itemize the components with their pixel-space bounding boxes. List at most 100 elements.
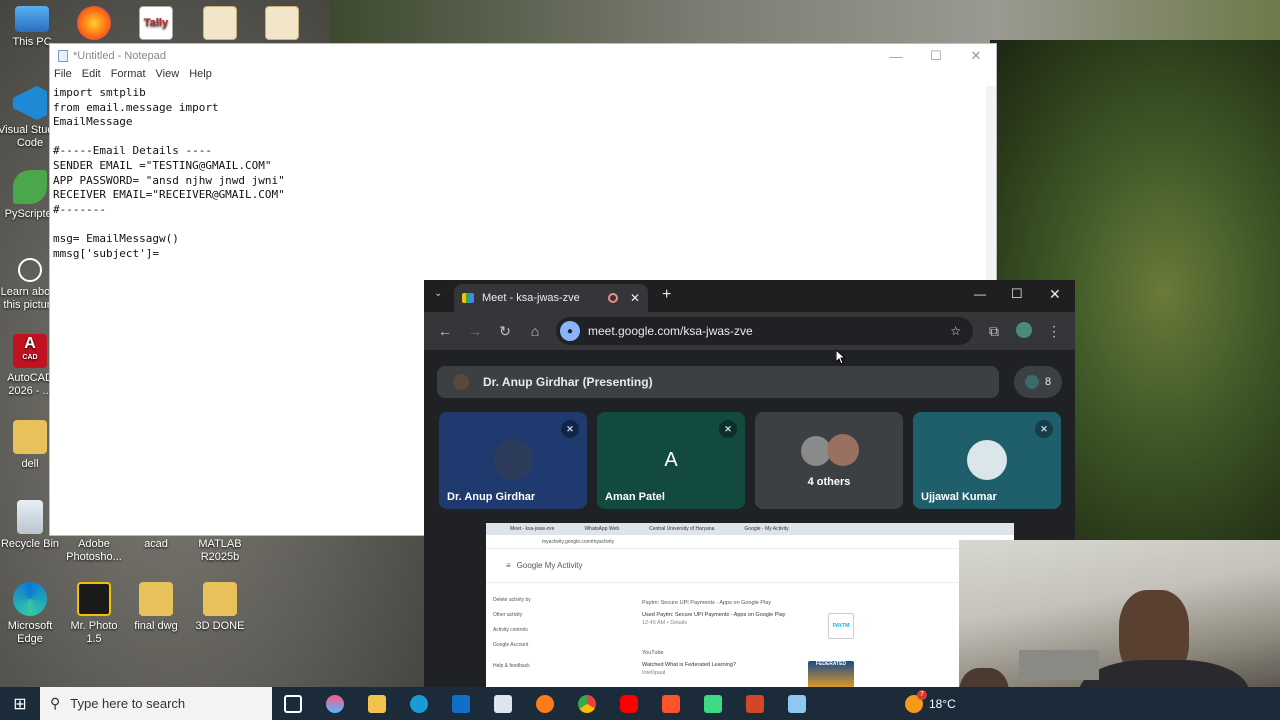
address-bar[interactable]: ● meet.google.com/ksa-jwas-zve ☆ — [556, 317, 973, 345]
menu-format[interactable]: Format — [111, 68, 146, 86]
notification-badge: 7 — [917, 689, 927, 700]
menu-kebab-icon[interactable]: ⋮ — [1039, 323, 1069, 340]
desktop-icon-edge[interactable]: Microsoft Edge — [0, 582, 62, 646]
weather-widget[interactable]: 7 18°C — [905, 687, 956, 720]
microphone-icon[interactable]: ● — [560, 321, 580, 341]
participants-button[interactable]: 8 — [1014, 366, 1062, 398]
notepad-window-controls: — ☐ ✕ — [876, 44, 996, 68]
maximize-icon[interactable]: ☐ — [1011, 286, 1023, 302]
camera-info-icon — [18, 258, 42, 282]
youtube-icon[interactable] — [608, 687, 650, 720]
edge-icon[interactable] — [398, 687, 440, 720]
tally-icon: Tally — [139, 6, 173, 40]
code-line: msg= EmailMessagw() — [53, 231, 179, 245]
code-line: import smtplib — [53, 86, 146, 99]
maximize-icon[interactable]: ☐ — [916, 44, 956, 68]
taskbar-search[interactable]: ⚲ Type here to search — [40, 687, 272, 720]
tab-title: Meet - ksa-jwas-zve — [482, 292, 580, 304]
shared-page-header: ≡ Google My Activity — [486, 549, 1014, 583]
new-tab-icon[interactable]: + — [662, 286, 671, 304]
code-line: #-----Email Details ---- — [53, 144, 212, 158]
tab-search-icon[interactable]: ⌄ — [434, 288, 442, 299]
desktop-icon-tally[interactable]: Tally — [124, 6, 188, 44]
avatar: A — [664, 448, 678, 471]
minimize-icon[interactable]: — — [876, 44, 916, 68]
participant-count: 8 — [1044, 376, 1052, 388]
desktop-icon-document-2[interactable] — [250, 6, 314, 44]
others-tile[interactable]: 4 others — [755, 412, 903, 509]
document-icon — [203, 6, 237, 40]
ceiling-projector — [1019, 650, 1099, 680]
bookmark-star-icon[interactable]: ☆ — [950, 324, 961, 338]
reload-icon[interactable]: ↻ — [490, 323, 520, 340]
others-label: 4 others — [807, 476, 851, 488]
recording-icon — [607, 293, 618, 303]
code-line: mmsg['subject']= — [53, 246, 159, 260]
notepad-icon[interactable] — [776, 687, 818, 720]
copilot-icon[interactable] — [314, 687, 356, 720]
code-line: EmailMessage — [53, 115, 133, 129]
close-icon[interactable]: ✕ — [1049, 286, 1061, 303]
python-icon — [13, 170, 47, 204]
presenter-banner[interactable]: Dr. Anup Girdhar (Presenting) — [437, 366, 999, 398]
notepad-titlebar[interactable]: *Untitled - Notepad — [50, 44, 996, 68]
outlook-icon[interactable] — [440, 687, 482, 720]
desktop-icon-document-1[interactable] — [188, 6, 252, 44]
forward-icon[interactable]: → — [460, 323, 490, 339]
search-icon: ⚲ — [50, 695, 61, 711]
participant-name: Ujjawal Kumar — [921, 491, 997, 503]
minimize-icon[interactable]: — — [974, 287, 986, 301]
task-view-button[interactable] — [272, 687, 314, 720]
notepad-text-area[interactable]: import smtplib from email.message import E… — [53, 86, 285, 261]
menu-file[interactable]: File — [54, 68, 72, 86]
desktop-icon-3d-done[interactable]: 3D DONE — [188, 582, 252, 633]
notepad-menubar: File Edit Format View Help — [50, 68, 996, 86]
home-icon[interactable]: ⌂ — [520, 323, 550, 339]
temperature: 18°C — [929, 696, 956, 711]
avatar — [827, 434, 859, 466]
url-text: meet.google.com/ksa-jwas-zve — [588, 324, 753, 338]
start-button[interactable]: ⊞ — [0, 694, 40, 714]
store-icon[interactable] — [482, 687, 524, 720]
participant-tile[interactable]: ✕ Ujjawal Kumar — [913, 412, 1061, 509]
powerpoint-icon[interactable] — [734, 687, 776, 720]
code-line: #------- — [53, 202, 106, 216]
desktop-icon-mr-photo[interactable]: Mr. Photo 1.5 — [62, 582, 126, 646]
avatar — [967, 440, 1007, 480]
mic-off-icon: ✕ — [1035, 420, 1053, 438]
chrome-icon[interactable] — [566, 687, 608, 720]
notepad-title: *Untitled - Notepad — [73, 50, 166, 62]
hamburger-icon: ≡ — [506, 561, 511, 570]
weather-sun-icon: 7 — [905, 689, 927, 713]
shared-tab-strip: Meet - ksa-jwas-zve WhatsApp Web Central… — [486, 523, 1014, 535]
extensions-icon[interactable]: ⧉ — [979, 323, 1009, 340]
participant-tile[interactable]: ✕ Dr. Anup Girdhar — [439, 412, 587, 509]
back-icon[interactable]: ← — [430, 323, 460, 339]
folder-icon — [203, 582, 237, 616]
firefox-icon[interactable] — [524, 687, 566, 720]
wallpaper-top — [330, 0, 1280, 45]
menu-help[interactable]: Help — [189, 68, 212, 86]
mic-off-icon: ✕ — [719, 420, 737, 438]
profile-avatar[interactable] — [1009, 321, 1039, 341]
menu-edit[interactable]: Edit — [82, 68, 101, 86]
firefox-icon — [77, 6, 111, 40]
document-icon — [265, 6, 299, 40]
desktop-icon-firefox[interactable] — [62, 6, 126, 44]
notepad-icon — [58, 50, 68, 62]
android-studio-icon[interactable] — [692, 687, 734, 720]
code-line: RECEIVER EMAIL="RECEIVER@GMAIL.COM" — [53, 188, 285, 202]
folder-icon — [139, 582, 173, 616]
presenter-name: Dr. Anup Girdhar (Presenting) — [483, 375, 653, 389]
tab-meet[interactable]: Meet - ksa-jwas-zve ✕ — [454, 284, 648, 312]
menu-view[interactable]: View — [156, 68, 180, 86]
participant-tile[interactable]: A ✕ Aman Patel — [597, 412, 745, 509]
participant-name: Aman Patel — [605, 491, 665, 503]
tab-close-icon[interactable]: ✕ — [630, 291, 640, 305]
code-line: SENDER EMAIL ="TESTING@GMAIL.COM" — [53, 158, 272, 172]
desktop-icon-final-dwg[interactable]: final dwg — [124, 582, 188, 633]
mouse-cursor-icon — [836, 350, 846, 365]
brave-icon[interactable] — [650, 687, 692, 720]
file-explorer-icon[interactable] — [356, 687, 398, 720]
close-icon[interactable]: ✕ — [956, 44, 996, 68]
